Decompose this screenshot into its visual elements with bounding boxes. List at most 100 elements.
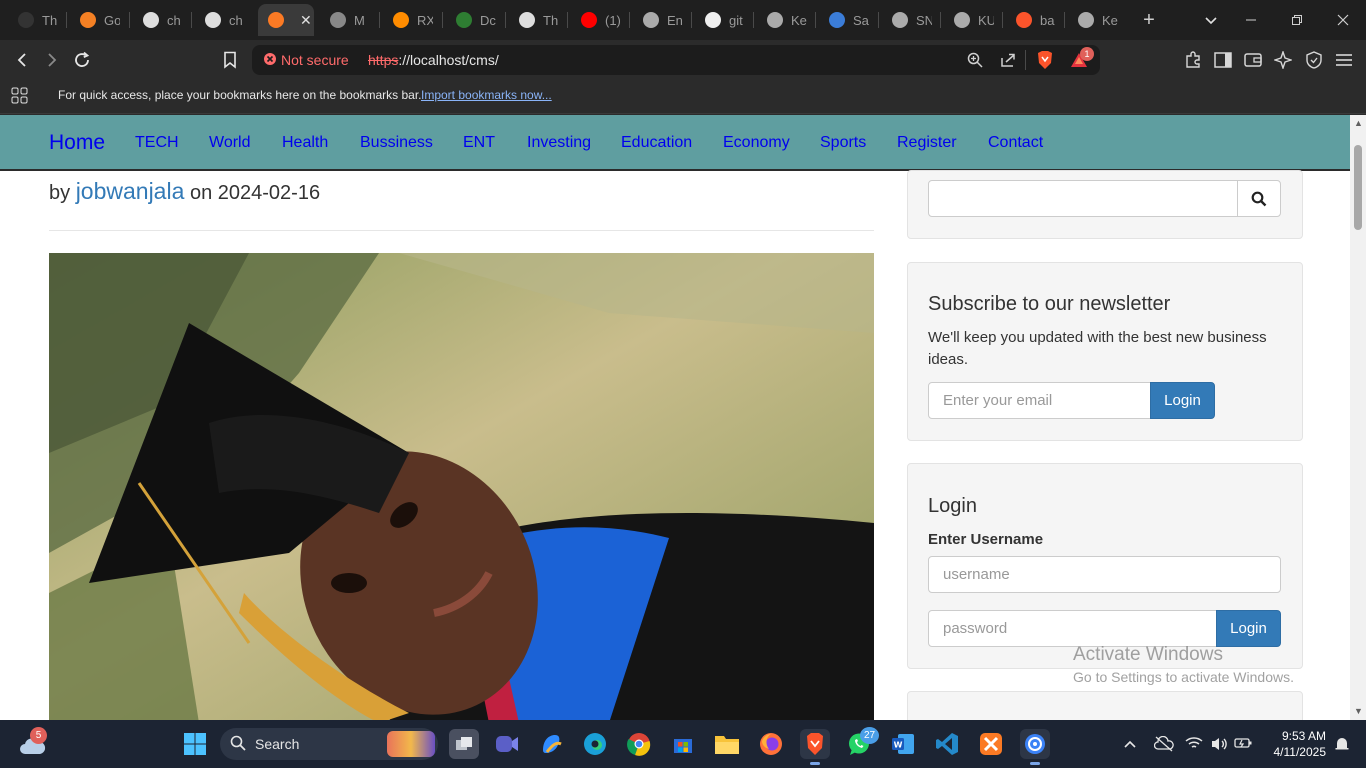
file-explorer-icon[interactable] — [712, 729, 742, 759]
xampp-icon[interactable] — [976, 729, 1006, 759]
zoom-icon[interactable] — [965, 50, 985, 70]
close-tab-icon[interactable]: ✕ — [300, 12, 312, 29]
app-running-indicator — [1030, 762, 1040, 765]
copilot-icon[interactable] — [536, 729, 566, 759]
meet-icon[interactable] — [492, 729, 522, 759]
browser-tab[interactable]: M — [320, 4, 378, 36]
leo-ai-icon[interactable] — [1273, 50, 1293, 70]
activate-windows-title: Activate Windows — [1073, 644, 1223, 665]
reload-button[interactable] — [70, 48, 94, 72]
nav-register[interactable]: Register — [897, 134, 957, 152]
nav-sports[interactable]: Sports — [820, 134, 866, 152]
password-field[interactable]: password — [928, 610, 1217, 647]
minimize-button[interactable] — [1228, 0, 1274, 40]
browser-tab[interactable]: ch — [133, 4, 191, 36]
scroll-up-arrow-icon[interactable]: ▲ — [1354, 118, 1363, 128]
volume-icon[interactable] — [1210, 736, 1228, 755]
back-button[interactable] — [10, 48, 34, 72]
browser-tab[interactable]: Th — [509, 4, 567, 36]
omnibox-divider — [1025, 50, 1026, 70]
notifications-icon[interactable] — [1334, 736, 1350, 755]
brave-taskbar-icon[interactable] — [800, 729, 830, 759]
tab-separator — [567, 12, 568, 28]
forward-button[interactable] — [40, 48, 64, 72]
scroll-down-arrow-icon[interactable]: ▼ — [1354, 706, 1363, 716]
import-bookmarks-link[interactable]: Import bookmarks now... — [421, 88, 552, 102]
vpn-icon[interactable] — [1304, 50, 1324, 70]
tab-title: En — [667, 12, 683, 28]
task-view-icon[interactable] — [449, 729, 479, 759]
browser-tab[interactable]: Sa — [819, 4, 877, 36]
browser-tab[interactable]: KU — [944, 4, 1002, 36]
nav-health[interactable]: Health — [282, 134, 328, 152]
newsletter-login-button[interactable]: Login — [1150, 382, 1215, 419]
nav-contact[interactable]: Contact — [988, 134, 1043, 152]
store-icon[interactable] — [668, 729, 698, 759]
browser-tab[interactable]: Th — [8, 4, 66, 36]
chatgpt-app-icon[interactable] — [1020, 729, 1050, 759]
browser-tab[interactable]: RX — [383, 4, 441, 36]
nav-business[interactable]: Bussiness — [360, 134, 433, 152]
nav-economy[interactable]: Economy — [723, 134, 790, 152]
tab-title: Th — [543, 12, 559, 28]
post-image — [49, 253, 874, 720]
nav-education[interactable]: Education — [621, 134, 692, 152]
taskbar-clock[interactable]: 9:53 AM 4/11/2025 — [1262, 728, 1327, 760]
tab-title: ch — [167, 12, 181, 28]
browser-tab[interactable]: Ke — [1068, 4, 1126, 36]
browser-tab[interactable]: SN — [882, 4, 940, 36]
tray-chevron-icon[interactable] — [1124, 736, 1136, 752]
wallet-icon[interactable] — [1243, 50, 1263, 70]
security-status[interactable]: Not secure — [281, 52, 349, 68]
nav-ent[interactable]: ENT — [463, 134, 495, 152]
nav-investing[interactable]: Investing — [527, 134, 591, 152]
globe-icon — [892, 12, 908, 28]
browser-tab[interactable]: ba — [1006, 4, 1064, 36]
browser-tab[interactable]: En — [633, 4, 691, 36]
browser-tab[interactable]: ✕ — [258, 4, 314, 36]
browser-tab[interactable]: Ke — [757, 4, 815, 36]
restore-button[interactable] — [1274, 0, 1320, 40]
not-secure-icon[interactable] — [263, 52, 279, 68]
search-highlight-icon[interactable] — [387, 731, 435, 757]
username-field[interactable]: username — [928, 556, 1281, 593]
login-button[interactable]: Login — [1216, 610, 1281, 647]
wifi-icon[interactable] — [1185, 736, 1203, 753]
search-button[interactable] — [1237, 180, 1281, 217]
firefox-icon[interactable] — [756, 729, 786, 759]
nav-world[interactable]: World — [209, 134, 251, 152]
edge-icon[interactable] — [580, 729, 610, 759]
chrome-icon[interactable] — [624, 729, 654, 759]
close-window-button[interactable] — [1320, 0, 1366, 40]
sidebar-toggle-icon[interactable] — [1213, 50, 1233, 70]
search-input[interactable] — [928, 180, 1238, 217]
browser-tab[interactable]: git — [695, 4, 753, 36]
brave-shields-icon[interactable] — [1035, 50, 1055, 70]
email-field[interactable]: Enter your email — [928, 382, 1151, 419]
whatsapp-badge: 27 — [860, 727, 879, 744]
browser-tab[interactable]: Dc — [446, 4, 504, 36]
github-icon — [705, 12, 721, 28]
browser-tab[interactable]: (1) — [571, 4, 629, 36]
nav-tech[interactable]: TECH — [135, 134, 179, 152]
tab-separator — [815, 12, 816, 28]
browser-tab[interactable]: ch — [195, 4, 253, 36]
battery-icon[interactable] — [1234, 736, 1252, 753]
onedrive-offline-icon[interactable] — [1153, 735, 1174, 755]
browser-tab[interactable]: Go — [70, 4, 128, 36]
word-icon[interactable]: W — [888, 729, 918, 759]
tab-separator — [753, 12, 754, 28]
new-tab-button[interactable]: + — [1126, 0, 1172, 40]
vscode-icon[interactable] — [932, 729, 962, 759]
author-link[interactable]: jobwanjala — [76, 178, 185, 204]
openai-icon — [205, 12, 221, 28]
url-text[interactable]: https://localhost/cms/ — [368, 52, 499, 68]
apps-grid-icon[interactable] — [11, 87, 29, 110]
start-icon[interactable] — [180, 729, 210, 759]
nav-home[interactable]: Home — [49, 131, 105, 155]
extensions-icon[interactable] — [1183, 50, 1203, 70]
menu-icon[interactable] — [1334, 50, 1354, 70]
share-icon[interactable] — [998, 50, 1018, 70]
bookmark-icon[interactable] — [218, 48, 242, 72]
scroll-thumb[interactable] — [1354, 145, 1362, 230]
